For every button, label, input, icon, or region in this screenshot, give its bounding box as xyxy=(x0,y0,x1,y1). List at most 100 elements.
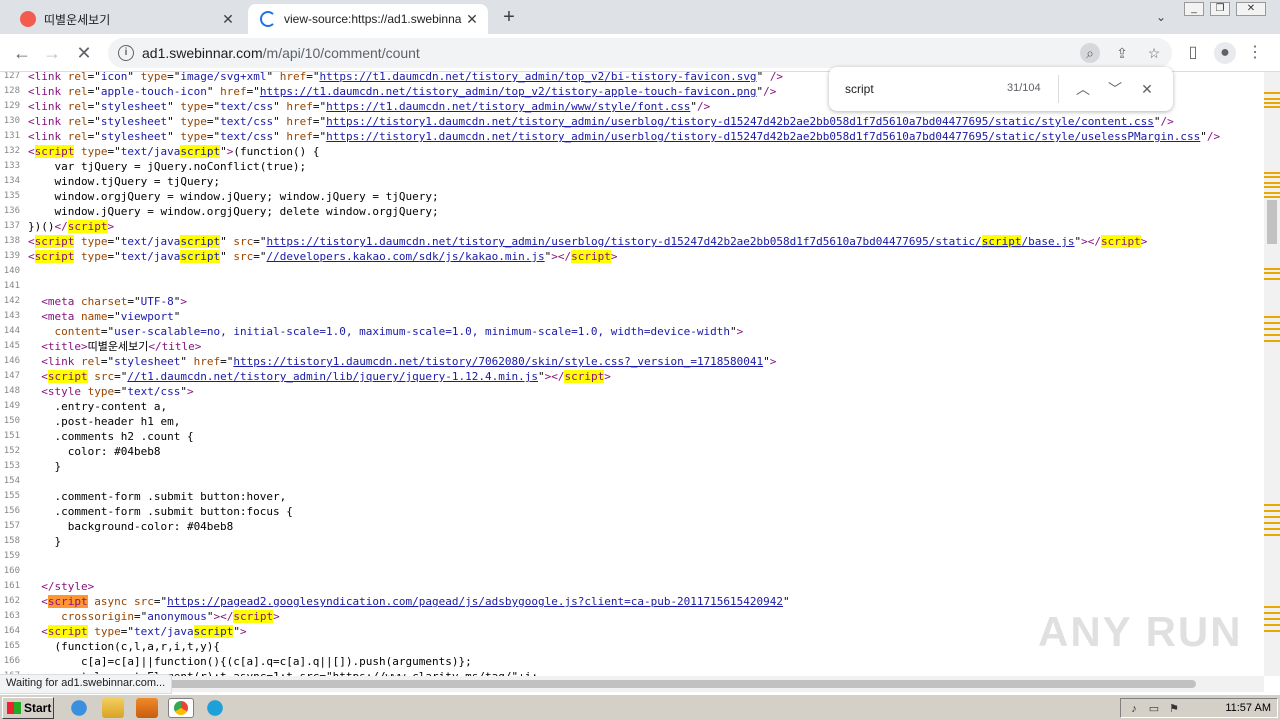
find-match-marker xyxy=(1264,182,1280,184)
menu-kebab-icon[interactable]: ⋮ xyxy=(1244,42,1266,64)
source-code: <link rel="stylesheet" href="https://tis… xyxy=(41,355,777,368)
source-code: } xyxy=(28,535,62,548)
line-number: 149 xyxy=(3,401,20,411)
find-match-marker xyxy=(1264,176,1280,178)
line-number: 154 xyxy=(3,476,20,486)
find-match-marker xyxy=(1264,522,1280,524)
forward-button[interactable]: → xyxy=(40,41,64,65)
system-tray: ♪ ▭ ⚑ 11:57 AM xyxy=(1120,698,1278,718)
folder-icon[interactable] xyxy=(102,698,124,718)
find-match-marker xyxy=(1264,268,1280,270)
tab-view-source[interactable]: view-source:https://ad1.swebinnar. ✕ xyxy=(248,4,488,34)
loading-spinner-icon xyxy=(260,11,276,27)
line-number: 140 xyxy=(3,266,20,276)
media-player-icon[interactable] xyxy=(136,698,158,718)
tab-fortune[interactable]: 띠별운세보기 ✕ xyxy=(8,4,244,34)
line-number: 128 xyxy=(3,86,20,96)
line-number: 147 xyxy=(3,371,20,381)
restore-button[interactable]: ❐ xyxy=(1210,2,1230,16)
source-line: 166 c[a]=c[a]||function(){(c[a].q=c[a].q… xyxy=(0,654,1264,669)
horizontal-scrollbar[interactable] xyxy=(0,676,1264,692)
stop-loading-button[interactable]: ✕ xyxy=(72,41,96,65)
source-line: 145 <title>띠별운세보기</title> xyxy=(0,339,1264,354)
find-match-marker xyxy=(1264,504,1280,506)
anyrun-watermark: ANY RUN xyxy=(1038,608,1243,655)
source-line: 154 xyxy=(0,474,1264,489)
source-line: 131 <link rel="stylesheet" type="text/css… xyxy=(0,129,1264,144)
line-number: 156 xyxy=(3,506,20,516)
source-code: })()</script> xyxy=(28,220,115,233)
side-panel-icon[interactable]: ▯ xyxy=(1182,42,1204,64)
close-icon[interactable]: ✕ xyxy=(218,9,238,29)
source-line: 137 })()</script> xyxy=(0,219,1264,234)
source-line: 143 <meta name="viewport" xyxy=(0,309,1264,324)
source-line: 138 <script type="text/javascript" src="h… xyxy=(0,234,1264,249)
find-match-marker xyxy=(1264,618,1280,620)
share-icon[interactable]: ⇪ xyxy=(1112,43,1132,63)
windows-logo-icon xyxy=(7,702,21,714)
source-code: <title>띠별운세보기</title> xyxy=(41,340,202,353)
action-center-flag-icon[interactable]: ⚑ xyxy=(1167,702,1181,716)
find-in-page-icon[interactable]: ⌕ xyxy=(1080,43,1100,63)
line-number: 136 xyxy=(3,206,20,216)
find-next-chevron-down-icon[interactable]: ﹀ xyxy=(1104,78,1126,100)
line-number: 141 xyxy=(3,281,20,291)
chrome-icon xyxy=(174,701,188,715)
internet-explorer-icon[interactable] xyxy=(68,698,90,718)
find-input[interactable]: script xyxy=(845,82,874,96)
minimize-button[interactable]: _ xyxy=(1184,2,1204,16)
find-match-marker xyxy=(1264,102,1280,104)
source-code: background-color: #04beb8 xyxy=(28,520,234,533)
line-number: 132 xyxy=(3,146,20,156)
source-code: <script async src="https://pagead2.googl… xyxy=(41,595,790,608)
tab-search-chevron-down-icon[interactable]: ⌄ xyxy=(1152,8,1170,26)
source-line: 142 <meta charset="UTF-8"> xyxy=(0,294,1264,309)
window-close-button[interactable]: ✕ xyxy=(1236,2,1266,16)
profile-avatar-icon[interactable]: ● xyxy=(1214,42,1236,64)
source-code: window.jQuery = window.orgjQuery; delete… xyxy=(28,205,439,218)
line-number: 163 xyxy=(3,611,20,621)
edge-icon[interactable] xyxy=(204,698,226,718)
source-code: <script type="text/javascript">(function… xyxy=(28,145,320,158)
line-number: 135 xyxy=(3,191,20,201)
source-code: } xyxy=(28,460,62,473)
source-code: <link rel="apple-touch-icon" href="https… xyxy=(28,85,777,98)
source-code: <style type="text/css"> xyxy=(41,385,194,398)
address-bar[interactable]: i ad1.swebinnar.com/m/api/10/comment/cou… xyxy=(108,38,1172,68)
source-line: 133 var tjQuery = jQuery.noConflict(true… xyxy=(0,159,1264,174)
start-button[interactable]: Start xyxy=(2,697,54,719)
find-match-marker xyxy=(1264,278,1280,280)
source-line: 160 xyxy=(0,564,1264,579)
line-number: 144 xyxy=(3,326,20,336)
status-bubble: Waiting for ad1.swebinnar.com... xyxy=(0,674,173,694)
source-code: <meta name="viewport" xyxy=(41,310,181,323)
line-number: 145 xyxy=(3,341,20,351)
source-line: 132 <script type="text/javascript">(funct… xyxy=(0,144,1264,159)
bookmark-star-icon[interactable]: ☆ xyxy=(1144,43,1164,63)
line-number: 137 xyxy=(3,221,20,231)
find-match-marker xyxy=(1264,606,1280,608)
source-code: crossorigin="anonymous"></script> xyxy=(61,610,280,623)
find-match-marker xyxy=(1264,186,1280,188)
source-code: .comments h2 .count { xyxy=(28,430,194,443)
source-code: <script type="text/javascript" src="http… xyxy=(28,235,1148,248)
network-icon[interactable]: ▭ xyxy=(1147,702,1161,716)
horizontal-scrollbar-thumb[interactable] xyxy=(16,680,1196,688)
line-number: 146 xyxy=(3,356,20,366)
close-icon[interactable]: ✕ xyxy=(462,9,482,29)
back-button[interactable]: ← xyxy=(10,41,34,65)
address-url[interactable]: ad1.swebinnar.com/m/api/10/comment/count xyxy=(142,45,420,61)
chrome-taskbar-button[interactable] xyxy=(168,698,194,718)
volume-icon[interactable]: ♪ xyxy=(1127,702,1141,716)
source-code: window.tjQuery = tjQuery; xyxy=(28,175,221,188)
vertical-scrollbar[interactable] xyxy=(1264,72,1280,676)
new-tab-button[interactable]: + xyxy=(498,7,520,29)
find-close-icon[interactable]: ✕ xyxy=(1136,78,1158,100)
find-previous-chevron-up-icon[interactable]: ︿ xyxy=(1072,78,1094,100)
find-match-marker xyxy=(1264,92,1280,94)
source-code: <link rel="icon" type="image/svg+xml" hr… xyxy=(28,72,784,83)
source-line: 152 color: #04beb8 xyxy=(0,444,1264,459)
vertical-scrollbar-thumb[interactable] xyxy=(1267,200,1277,244)
site-info-icon[interactable]: i xyxy=(118,45,134,61)
line-number: 160 xyxy=(3,566,20,576)
